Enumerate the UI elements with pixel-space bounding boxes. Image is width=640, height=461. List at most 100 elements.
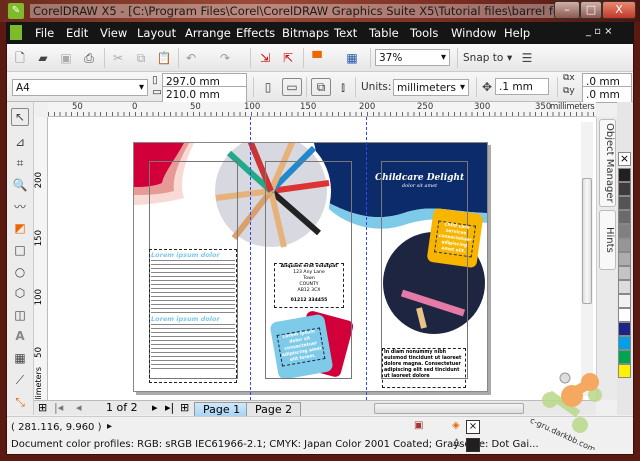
expand-arrow-icon[interactable]: ▸: [107, 421, 112, 432]
import-icon[interactable]: ⇲: [257, 50, 273, 66]
print-icon[interactable]: ⎙: [81, 50, 97, 66]
current-page-icon[interactable]: ⫾: [335, 79, 351, 95]
zoom-level-select[interactable]: 37%: [375, 49, 450, 66]
menu-bar: File Edit View Layout Arrange Effects Bi…: [6, 22, 634, 44]
undo-icon[interactable]: ↶: [183, 50, 199, 66]
tab-page-2[interactable]: Page 2: [246, 402, 302, 416]
all-pages-icon[interactable]: ⧉: [311, 78, 331, 96]
close-button[interactable]: X: [602, 1, 636, 19]
dimension-tool-icon[interactable]: ⟋: [12, 372, 28, 388]
connector-tool-icon[interactable]: ⤡: [12, 394, 28, 410]
color-swatch[interactable]: [618, 182, 631, 196]
landscape-icon[interactable]: ▭: [282, 78, 302, 96]
tab-object-manager[interactable]: Object Manager: [599, 119, 616, 207]
units-select[interactable]: millimeters: [393, 79, 469, 96]
application-launcher-icon[interactable]: ▀: [309, 50, 325, 66]
text-tool-icon[interactable]: A: [12, 328, 28, 344]
pick-tool-icon[interactable]: ↖: [11, 108, 29, 126]
brochure-page[interactable]: Childcare Delight dolor sit amet Lorem i…: [133, 142, 488, 392]
minimize-button[interactable]: –: [554, 1, 580, 19]
polygon-tool-icon[interactable]: ⬡: [12, 285, 28, 301]
portrait-icon[interactable]: ▯: [260, 79, 276, 95]
prev-page-icon[interactable]: ◂: [76, 401, 82, 414]
menu-edit[interactable]: Edit: [66, 26, 88, 40]
nudge-distance-field[interactable]: .1 mm: [495, 78, 549, 95]
window-title: CorelDRAW X5 - [C:\Program Files\Corel\C…: [30, 4, 600, 18]
paste-icon[interactable]: 📋: [156, 50, 172, 66]
guideline[interactable]: [250, 117, 251, 400]
color-swatch[interactable]: [618, 294, 631, 308]
basic-shapes-icon[interactable]: ◫: [12, 307, 28, 323]
menu-table[interactable]: Table: [369, 26, 399, 40]
smart-fill-icon[interactable]: ◩: [12, 220, 28, 236]
scroll-thumb[interactable]: [582, 178, 592, 304]
doc-window-controls[interactable]: _ ▫ ×: [586, 26, 613, 37]
zoom-tool-icon[interactable]: 🔍: [12, 177, 28, 193]
add-page-icon[interactable]: ⊞: [38, 401, 47, 414]
outline-color-swatch[interactable]: [466, 438, 480, 452]
menu-bitmaps[interactable]: Bitmaps: [282, 26, 329, 40]
open-icon[interactable]: ▰: [35, 50, 51, 66]
next-page-icon[interactable]: ▸: [152, 401, 158, 414]
menu-effects[interactable]: Effects: [236, 26, 275, 40]
welcome-screen-icon[interactable]: ▦: [344, 50, 360, 66]
color-swatch[interactable]: [618, 210, 631, 224]
color-swatch[interactable]: [618, 322, 631, 336]
color-swatch[interactable]: [618, 168, 631, 182]
color-swatch[interactable]: [618, 252, 631, 266]
options-icon[interactable]: ☰: [519, 50, 535, 66]
color-swatch[interactable]: [618, 266, 631, 280]
save-icon[interactable]: ▣: [58, 50, 74, 66]
snap-dropdown-icon[interactable]: ▾: [507, 52, 512, 64]
tab-page-1[interactable]: Page 1: [194, 402, 250, 416]
menu-file[interactable]: File: [35, 26, 54, 40]
shape-tool-icon[interactable]: ⊿: [12, 134, 28, 150]
crop-tool-icon[interactable]: ⌗: [12, 155, 28, 171]
left-text-box[interactable]: Lorem ipsum dolor Lorem ipsum dolor: [149, 249, 237, 383]
copy-icon[interactable]: ⧉: [133, 50, 149, 66]
vertical-ruler[interactable]: 200 150 100 50 millimeters: [34, 117, 48, 412]
color-swatch[interactable]: [618, 336, 631, 350]
guideline[interactable]: [366, 117, 367, 400]
address-box[interactable]: Aliquam erat volutpat 123 Any Lane Town …: [274, 263, 344, 308]
table-tool-icon[interactable]: ▦: [12, 350, 28, 366]
first-page-icon[interactable]: |◂: [54, 401, 63, 414]
export-icon[interactable]: ⇱: [280, 50, 296, 66]
menu-arrange[interactable]: Arrange: [185, 26, 231, 40]
menu-view[interactable]: View: [100, 26, 127, 40]
fill-none-swatch[interactable]: ⨯: [466, 420, 480, 434]
new-icon[interactable]: 🗋: [12, 50, 28, 66]
color-swatch[interactable]: [618, 224, 631, 238]
cut-icon[interactable]: ✂: [110, 50, 126, 66]
menu-tools[interactable]: Tools: [410, 26, 438, 40]
freehand-tool-icon[interactable]: 〰: [12, 199, 28, 215]
no-color-swatch[interactable]: ⨯: [618, 152, 631, 166]
color-swatch[interactable]: [618, 280, 631, 294]
horizontal-scrollbar[interactable]: [374, 403, 524, 414]
duplicate-distance-y[interactable]: .0 mm: [582, 86, 632, 103]
color-proof-icon[interactable]: ▣: [414, 420, 423, 431]
add-page-after-icon[interactable]: ⊞: [180, 401, 189, 414]
last-page-icon[interactable]: ▸|: [165, 401, 174, 414]
menu-layout[interactable]: Layout: [137, 26, 176, 40]
heading: Lorem ipsum dolor: [151, 251, 220, 259]
bottom-text-box[interactable]: In diam nonummy nibh euismod tincidunt u…: [382, 348, 466, 388]
horizontal-ruler[interactable]: 50 0 50 100 150 200 250 300 350 millimet…: [48, 102, 596, 117]
tab-hints[interactable]: Hints: [599, 210, 616, 270]
page-height-field[interactable]: 210.0 mm: [162, 86, 247, 103]
color-swatch[interactable]: [618, 196, 631, 210]
toolbox: ↖ ⊿ ⌗ 🔍 〰 ◩ □ ○ ⬡ ◫ A ▦ ⟋ ⤡: [7, 102, 34, 415]
menu-text[interactable]: Text: [334, 26, 357, 40]
rectangle-tool-icon[interactable]: □: [12, 242, 28, 258]
color-swatch[interactable]: [618, 238, 631, 252]
menu-help[interactable]: Help: [504, 26, 530, 40]
page-size-select[interactable]: A4: [12, 79, 148, 96]
maximize-button[interactable]: □: [580, 1, 602, 19]
drawing-canvas[interactable]: Childcare Delight dolor sit amet Lorem i…: [48, 117, 596, 400]
menu-window[interactable]: Window: [451, 26, 496, 40]
vertical-scrollbar[interactable]: [581, 122, 593, 396]
ellipse-tool-icon[interactable]: ○: [12, 264, 28, 280]
snap-to-button[interactable]: Snap to: [463, 52, 503, 64]
color-swatch[interactable]: [618, 308, 631, 322]
redo-icon[interactable]: ↷: [217, 50, 233, 66]
